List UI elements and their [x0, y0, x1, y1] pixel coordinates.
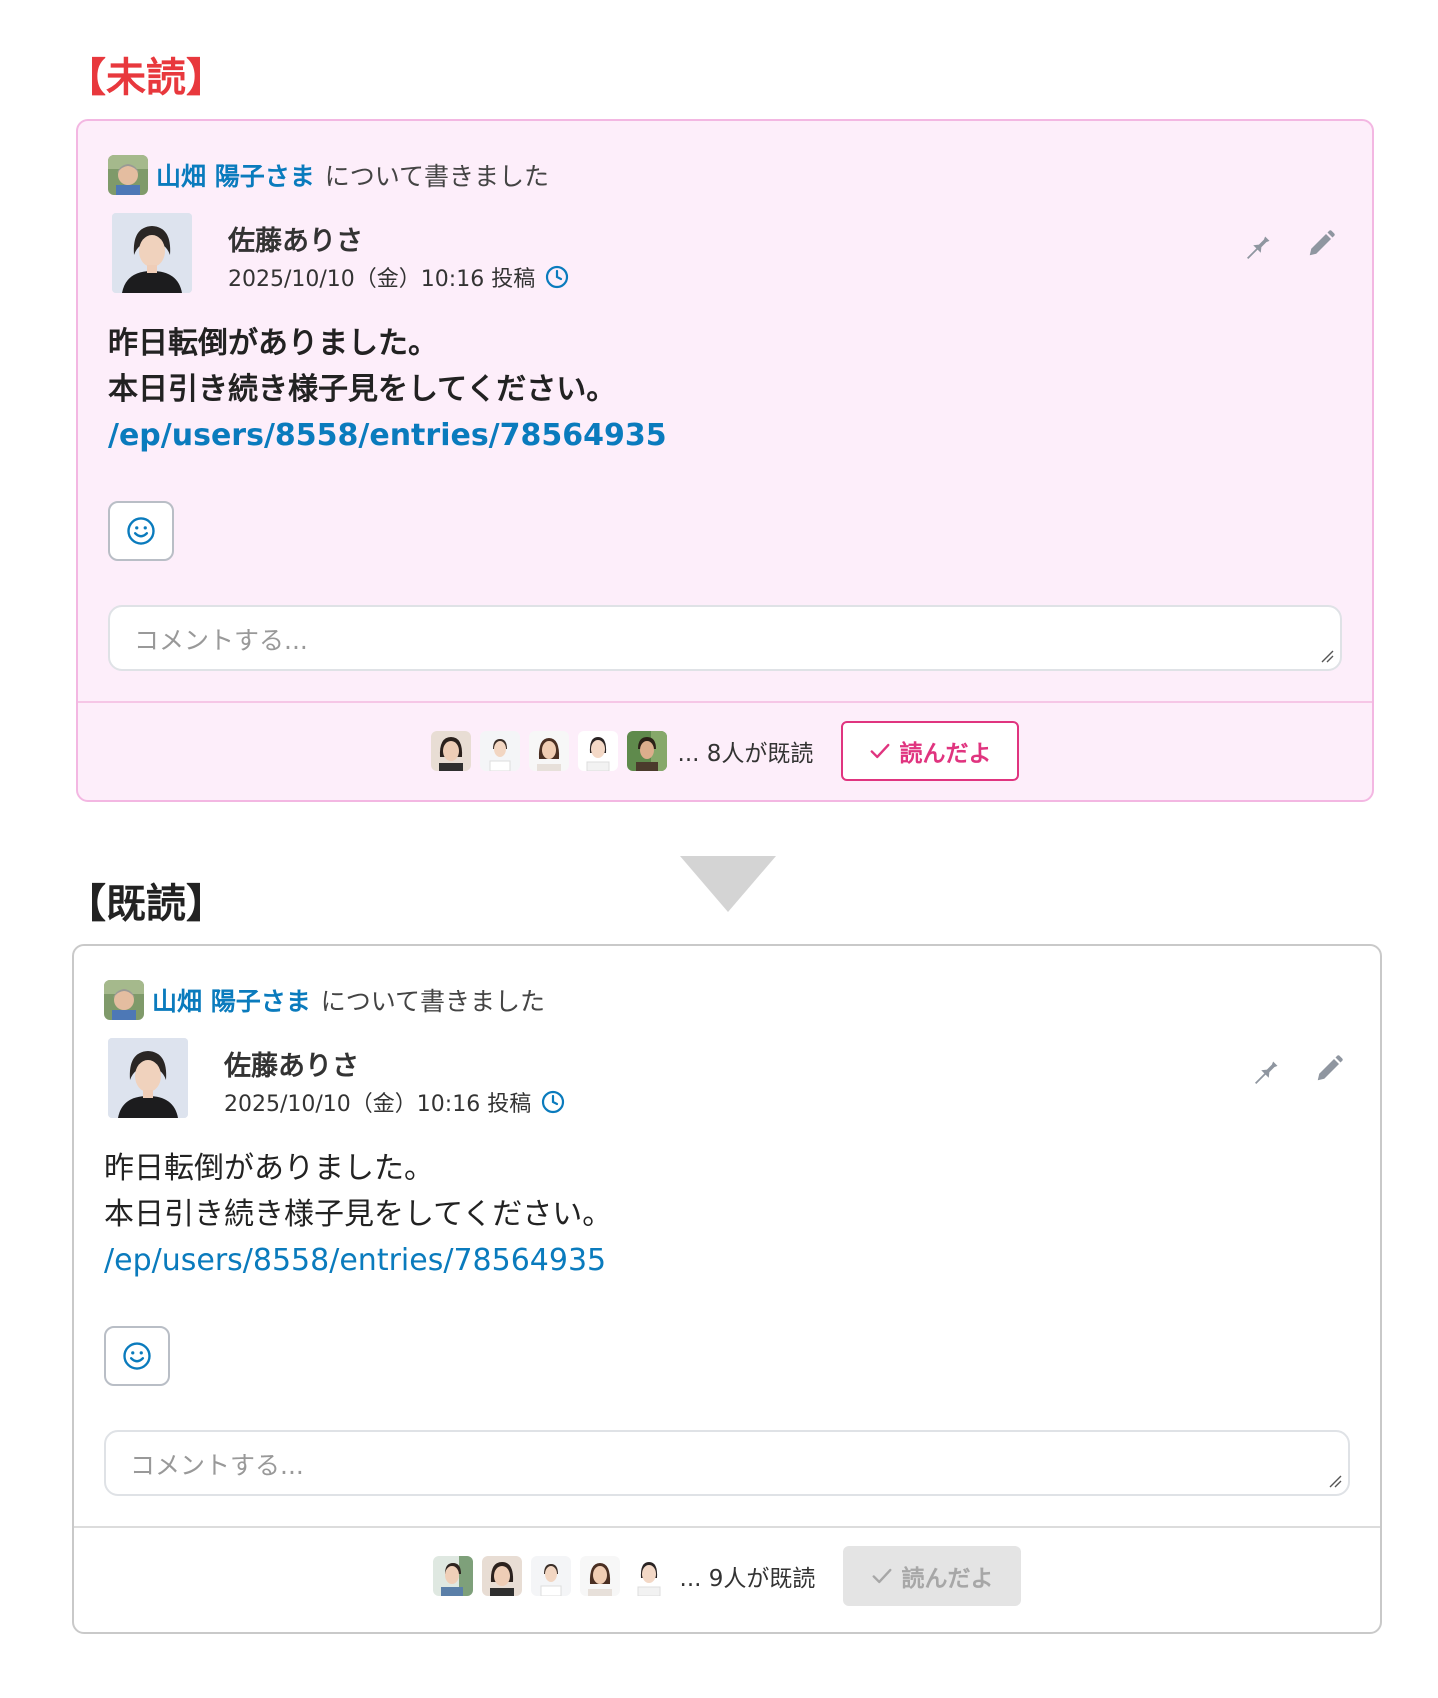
pin-icon[interactable] [1250, 1054, 1280, 1084]
divider [78, 701, 1372, 703]
reader-avatar[interactable] [430, 731, 471, 771]
pin-icon[interactable] [1242, 229, 1272, 259]
smiley-icon [127, 517, 155, 545]
mark-read-label: 読んだよ [899, 741, 992, 767]
comment-placeholder: コメントする... [134, 626, 308, 655]
post-body: 昨日転倒がありました。 本日引き続き様子見をしてください。 /ep/users/… [108, 321, 667, 459]
read-count[interactable]: ... 9人が既読 [680, 1559, 816, 1593]
subject-name-link[interactable]: 山畑 陽子さま [156, 157, 315, 193]
post-body-line: 本日引き続き様子見をしてください。 [104, 1197, 613, 1232]
post-timestamp-text: 2025/10/10（金）10:16 投稿 [228, 267, 536, 292]
post-body-line: 昨日転倒がありました。 [108, 326, 438, 361]
subject-name-link[interactable]: 山畑 陽子さま [152, 982, 311, 1018]
read-count[interactable]: ... 8人が既読 [678, 734, 814, 768]
clock-icon[interactable] [545, 265, 569, 289]
reader-avatar[interactable] [479, 731, 520, 771]
mark-read-button[interactable]: 読んだよ [843, 1546, 1022, 1606]
smiley-icon [123, 1342, 151, 1370]
read-section-title: 【既読】 [66, 881, 226, 927]
about-line: 山畑 陽子さま について書きました [108, 155, 549, 195]
down-arrow-icon [680, 856, 776, 912]
post-card-unread: 山畑 陽子さま について書きました 佐藤ありさ 2025/10/10（金）10:… [76, 119, 1374, 802]
pencil-icon[interactable] [1306, 229, 1336, 259]
post-timestamp-text: 2025/10/10（金）10:16 投稿 [224, 1092, 532, 1117]
author-avatar[interactable] [112, 213, 192, 293]
readers-bar: ... 8人が既読 読んだよ [78, 721, 1372, 781]
post-body: 昨日転倒がありました。 本日引き続き様子見をしてください。 /ep/users/… [104, 1146, 612, 1284]
reader-avatar[interactable] [432, 1556, 473, 1596]
mark-read-button[interactable]: 読んだよ [841, 721, 1020, 781]
post-actions [1250, 1054, 1344, 1084]
reaction-button[interactable] [108, 501, 174, 561]
post-timestamp: 2025/10/10（金）10:16 投稿 [228, 261, 569, 293]
pencil-icon[interactable] [1314, 1054, 1344, 1084]
reader-avatar[interactable] [528, 731, 569, 771]
about-suffix: について書きました [320, 987, 545, 1016]
post-body-line: 本日引き続き様子見をしてください。 [108, 372, 617, 407]
entry-link[interactable]: /ep/users/8558/entries/78564935 [104, 1238, 612, 1284]
comment-input[interactable]: コメントする... [108, 605, 1342, 671]
about-line: 山畑 陽子さま について書きました [104, 980, 545, 1020]
readers-bar: ... 9人が既読 読んだよ [74, 1546, 1380, 1606]
entry-link[interactable]: /ep/users/8558/entries/78564935 [108, 413, 667, 459]
author-avatar[interactable] [108, 1038, 188, 1118]
post-card-read: 山畑 陽子さま について書きました 佐藤ありさ 2025/10/10（金）10:… [72, 944, 1382, 1634]
post-timestamp: 2025/10/10（金）10:16 投稿 [224, 1086, 565, 1118]
resize-handle-icon[interactable] [1328, 1474, 1342, 1488]
subject-avatar [108, 155, 148, 195]
author-name[interactable]: 佐藤ありさ [224, 1044, 359, 1083]
comment-placeholder: コメントする... [130, 1451, 304, 1480]
reader-avatar[interactable] [628, 1556, 669, 1596]
clock-icon[interactable] [541, 1090, 565, 1114]
about-suffix: について書きました [324, 162, 549, 191]
author-name[interactable]: 佐藤ありさ [228, 219, 363, 258]
unread-section-title: 【未読】 [66, 55, 226, 101]
subject-avatar [104, 980, 144, 1020]
reader-avatar[interactable] [626, 731, 667, 771]
resize-handle-icon[interactable] [1320, 649, 1334, 663]
comment-input[interactable]: コメントする... [104, 1430, 1350, 1496]
reader-avatar[interactable] [481, 1556, 522, 1596]
reader-avatar[interactable] [577, 731, 618, 771]
reaction-button[interactable] [104, 1326, 170, 1386]
divider [74, 1526, 1380, 1528]
reader-avatar[interactable] [530, 1556, 571, 1596]
post-actions [1242, 229, 1336, 259]
mark-read-label: 読んだよ [901, 1566, 994, 1592]
reader-avatar[interactable] [579, 1556, 620, 1596]
post-body-line: 昨日転倒がありました。 [104, 1151, 434, 1186]
check-icon [870, 743, 890, 759]
check-icon [872, 1568, 892, 1584]
